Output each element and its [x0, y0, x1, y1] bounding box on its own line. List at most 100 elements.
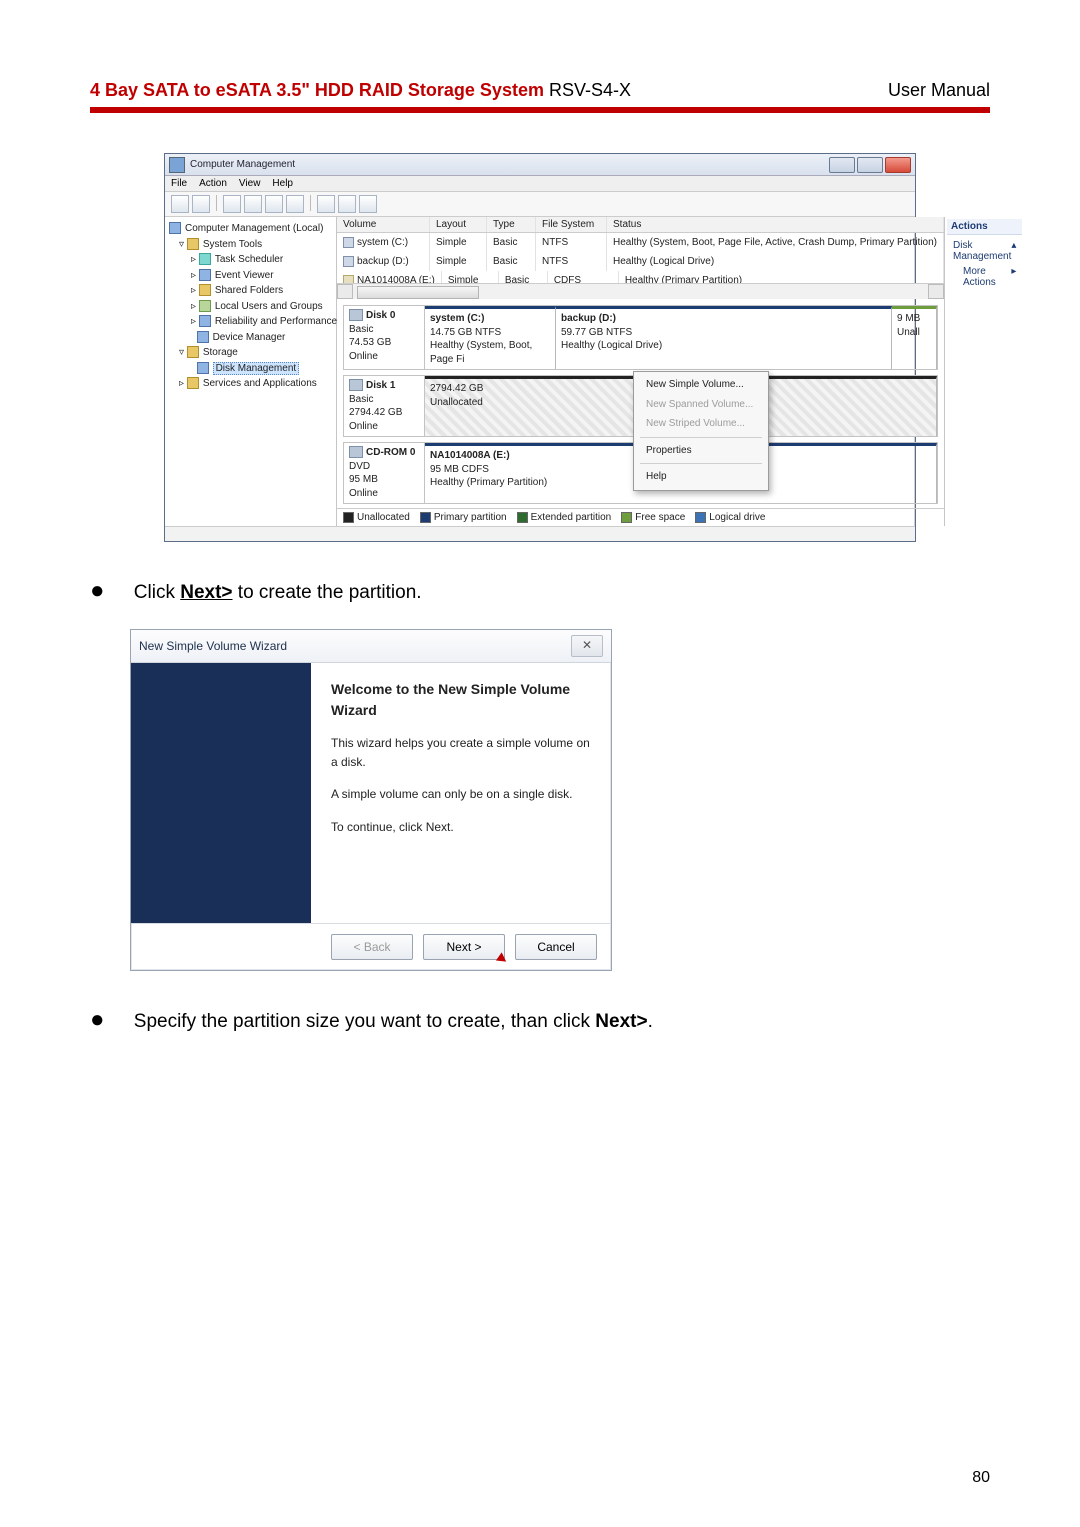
menu-new-striped-volume: New Striped Volume... — [636, 414, 766, 434]
partition-unallocated-small[interactable]: 9 MB Unall — [892, 306, 937, 369]
cancel-button[interactable]: Cancel — [515, 934, 597, 960]
volume-icon — [343, 237, 354, 248]
col-status[interactable]: Status — [607, 217, 944, 232]
menu-separator — [640, 437, 762, 438]
menu-new-simple-volume[interactable]: New Simple Volume... — [636, 375, 766, 395]
menu-bar: File Action View Help — [165, 176, 915, 192]
minimize-button[interactable] — [829, 157, 855, 173]
col-volume[interactable]: Volume — [337, 217, 430, 232]
tree-system-tools[interactable]: ▿ System Tools — [169, 237, 334, 253]
actions-disk-management[interactable]: Disk Management▴ — [951, 238, 1018, 264]
col-type[interactable]: Type — [487, 217, 536, 232]
actions-pane: Actions Disk Management▴ More Actions▸ — [945, 217, 1024, 526]
wizard-side-banner — [131, 663, 311, 923]
legend-freespace-icon — [621, 512, 632, 523]
collapse-icon: ▴ — [1011, 240, 1016, 262]
next-link-text: Next> — [180, 582, 232, 603]
disk1-info[interactable]: Disk 1 Basic 2794.42 GB Online — [344, 376, 425, 436]
bullet-icon: ● — [90, 1006, 129, 1033]
toolbar-help-icon[interactable] — [265, 195, 283, 213]
tree-reliability[interactable]: ▹ Reliability and Performance — [169, 314, 334, 330]
volume-row[interactable]: system (C:) Simple Basic NTFS Healthy (S… — [337, 233, 944, 252]
horizontal-scrollbar[interactable] — [337, 283, 944, 299]
close-icon: ✕ — [582, 638, 592, 652]
tree-shared-folders[interactable]: ▹ Shared Folders — [169, 283, 334, 299]
window-titlebar[interactable]: Computer Management — [165, 154, 915, 176]
toolbar-separator — [216, 195, 217, 211]
event-icon — [199, 269, 211, 281]
folder-icon — [187, 238, 199, 250]
partition-unallocated[interactable]: 2794.42 GB Unallocated New Simple Volume… — [425, 376, 937, 436]
scroll-right-icon[interactable] — [928, 284, 944, 299]
wizard-paragraph: To continue, click Next. — [331, 818, 591, 837]
menu-action[interactable]: Action — [199, 178, 227, 189]
tree-local-users[interactable]: ▹ Local Users and Groups — [169, 299, 334, 315]
volume-grid-body: system (C:) Simple Basic NTFS Healthy (S… — [337, 233, 944, 283]
disk-icon — [349, 379, 363, 391]
folder-icon — [199, 284, 211, 296]
next-button[interactable]: Next > — [423, 934, 505, 960]
cdrom0-info[interactable]: CD-ROM 0 DVD 95 MB Online — [344, 443, 425, 503]
tree-event-viewer[interactable]: ▹ Event Viewer — [169, 268, 334, 284]
wizard-footer: < Back Next > Cancel — [131, 923, 611, 970]
cd-icon — [343, 275, 354, 283]
menu-new-spanned-volume: New Spanned Volume... — [636, 395, 766, 415]
actions-more[interactable]: More Actions▸ — [951, 264, 1018, 290]
volume-row[interactable]: backup (D:) Simple Basic NTFS Healthy (L… — [337, 252, 944, 271]
menu-properties[interactable]: Properties — [636, 441, 766, 461]
perf-icon — [199, 315, 211, 327]
volume-icon — [343, 256, 354, 267]
toolbar — [165, 192, 915, 217]
wizard-content: Welcome to the New Simple Volume Wizard … — [311, 663, 611, 923]
volume-row[interactable]: NA1014008A (E:) Simple Basic CDFS Health… — [337, 271, 944, 283]
chevron-right-icon: ▸ — [1011, 266, 1016, 288]
cursor-indicator: Next > — [423, 934, 505, 960]
tree-task-scheduler[interactable]: ▹ Task Scheduler — [169, 252, 334, 268]
toolbar-forward-icon[interactable] — [192, 195, 210, 213]
page-number: 80 — [972, 1469, 990, 1487]
tree-root[interactable]: Computer Management (Local) — [169, 221, 334, 237]
tree-services-apps[interactable]: ▹ Services and Applications — [169, 376, 334, 392]
disk-management-pane: Volume Layout Type File System Status sy… — [337, 217, 945, 526]
instruction-bullet-1: ● Click Next> to create the partition. — [90, 572, 990, 610]
doc-title: 4 Bay SATA to eSATA 3.5" HDD RAID Storag… — [90, 80, 549, 100]
window-title: Computer Management — [190, 159, 829, 170]
device-icon — [197, 331, 209, 343]
toolbar-refresh-icon[interactable] — [317, 195, 335, 213]
disk1: Disk 1 Basic 2794.42 GB Online 2794.42 G… — [343, 375, 938, 437]
new-simple-volume-wizard: New Simple Volume Wizard ✕ Welcome to th… — [130, 629, 612, 971]
menu-help[interactable]: Help — [272, 178, 293, 189]
toolbar-icon[interactable] — [338, 195, 356, 213]
legend: Unallocated Primary partition Extended p… — [337, 508, 944, 526]
services-icon — [187, 377, 199, 389]
maximize-button[interactable] — [857, 157, 883, 173]
menu-help[interactable]: Help — [636, 467, 766, 487]
menu-file[interactable]: File — [171, 178, 187, 189]
toolbar-icon[interactable] — [223, 195, 241, 213]
wizard-titlebar[interactable]: New Simple Volume Wizard ✕ — [131, 630, 611, 663]
toolbar-icon[interactable] — [286, 195, 304, 213]
back-button: < Back — [331, 934, 413, 960]
scroll-left-icon[interactable] — [337, 284, 353, 299]
tree-storage[interactable]: ▿ Storage — [169, 345, 334, 361]
menu-view[interactable]: View — [239, 178, 261, 189]
wizard-close-button[interactable]: ✕ — [571, 635, 603, 657]
toolbar-icon[interactable] — [244, 195, 262, 213]
partition-system-c[interactable]: system (C:) 14.75 GB NTFS Healthy (Syste… — [425, 306, 556, 369]
doc-header-left: 4 Bay SATA to eSATA 3.5" HDD RAID Storag… — [90, 80, 631, 101]
tree-disk-management[interactable]: Disk Management — [169, 361, 334, 377]
disk-graphical-area: Disk 0 Basic 74.53 GB Online system (C:)… — [337, 299, 944, 508]
partition-backup-d[interactable]: backup (D:) 59.77 GB NTFS Healthy (Logic… — [556, 306, 892, 369]
wizard-heading: Welcome to the New Simple Volume Wizard — [331, 679, 591, 722]
col-layout[interactable]: Layout — [430, 217, 487, 232]
volume-grid-header: Volume Layout Type File System Status — [337, 217, 944, 233]
scroll-thumb[interactable] — [357, 286, 479, 299]
close-button[interactable] — [885, 157, 911, 173]
disk0-info[interactable]: Disk 0 Basic 74.53 GB Online — [344, 306, 425, 369]
tree-device-manager[interactable]: Device Manager — [169, 330, 334, 346]
col-filesystem[interactable]: File System — [536, 217, 607, 232]
toolbar-icon[interactable] — [359, 195, 377, 213]
wizard-paragraph: A simple volume can only be on a single … — [331, 785, 591, 804]
disk-icon — [349, 309, 363, 321]
toolbar-back-icon[interactable] — [171, 195, 189, 213]
